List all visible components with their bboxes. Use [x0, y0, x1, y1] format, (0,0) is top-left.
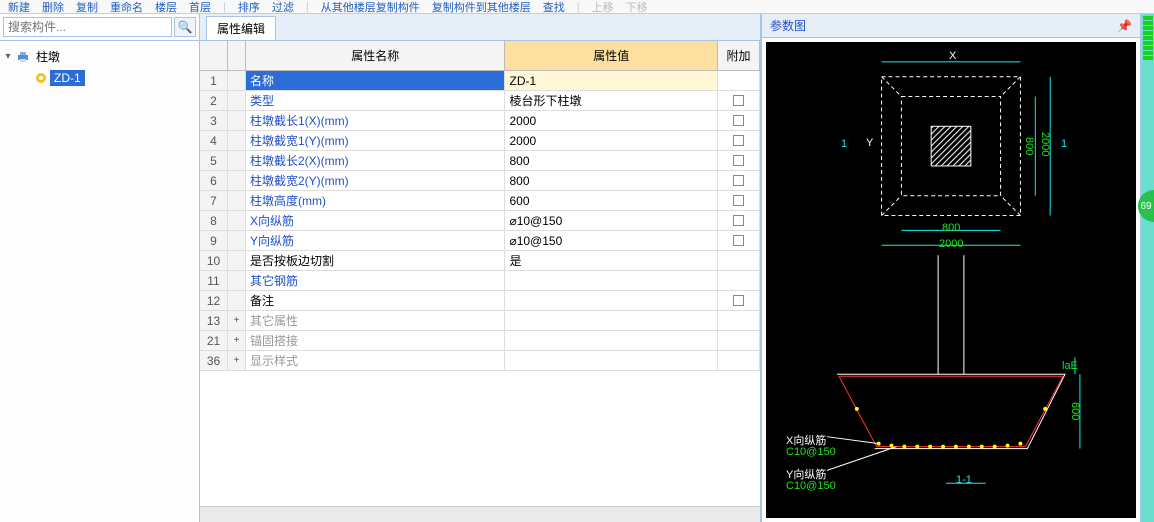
checkbox[interactable] [733, 115, 744, 126]
property-row[interactable]: 4柱墩截宽1(Y)(mm)2000 [200, 131, 760, 151]
tb-rename[interactable]: 重命名 [110, 0, 143, 14]
checkbox[interactable] [733, 175, 744, 186]
property-row[interactable]: 3柱墩截长1(X)(mm)2000 [200, 111, 760, 131]
dim-lae: laE [1062, 360, 1078, 372]
dim-x-label: X [949, 50, 956, 62]
search-button[interactable]: 🔍 [174, 17, 196, 37]
dim-w1: 2000 [939, 238, 963, 250]
hdr-value: 属性值 [505, 41, 718, 70]
tab-properties[interactable]: 属性编辑 [206, 16, 276, 40]
checkbox[interactable] [733, 215, 744, 226]
search-icon: 🔍 [178, 20, 193, 34]
tb-down[interactable]: 下移 [626, 0, 648, 14]
tb-floor[interactable]: 楼层 [155, 0, 177, 14]
property-grid[interactable]: 1名称ZD-12类型棱台形下柱墩3柱墩截长1(X)(mm)20004柱墩截宽1(… [200, 71, 760, 506]
property-row[interactable]: 11其它钢筋 [200, 271, 760, 291]
y-rebar-value: C10@150 [786, 480, 836, 492]
checkbox[interactable] [733, 135, 744, 146]
tb-new[interactable]: 新建 [8, 0, 30, 14]
property-row[interactable]: 1名称ZD-1 [200, 71, 760, 91]
right-indicator-strip [1142, 14, 1154, 522]
tb-find[interactable]: 查找 [543, 0, 565, 14]
pin-icon[interactable]: 📌 [1117, 19, 1132, 33]
top-toolbar: 新建 删除 复制 重命名 楼层 首层 | 排序 过滤 | 从其他楼层复制构件 复… [0, 0, 1154, 14]
property-row[interactable]: 36+显示样式 [200, 351, 760, 371]
tb-copy[interactable]: 复制 [76, 0, 98, 14]
tb-up[interactable]: 上移 [592, 0, 614, 14]
center-panel: 属性编辑 属性名称 属性值 附加 1名称ZD-12类型棱台形下柱墩3柱墩截长1(… [200, 14, 762, 522]
dim-h2: 800 [1023, 137, 1035, 155]
left-panel: 🔍 ▾ 柱墩 ZD-1 [0, 14, 200, 522]
horizontal-scrollbar[interactable] [200, 506, 760, 522]
tb-sort[interactable]: 排序 [238, 0, 260, 14]
x-rebar-value: C10@150 [786, 446, 836, 458]
tb-copyfrom[interactable]: 从其他楼层复制构件 [321, 0, 420, 14]
tree-root-label[interactable]: 柱墩 [32, 47, 64, 66]
tb-filter[interactable]: 过滤 [272, 0, 294, 14]
property-row[interactable]: 12备注 [200, 291, 760, 311]
property-row[interactable]: 7柱墩高度(mm)600 [200, 191, 760, 211]
tree-item-zd1[interactable]: ZD-1 [50, 70, 85, 86]
printer-icon [16, 50, 30, 64]
property-row[interactable]: 2类型棱台形下柱墩 [200, 91, 760, 111]
cad-viewport[interactable]: X Y 1 1 800 2000 800 2000 X向纵筋 C10@150 Y… [766, 42, 1136, 518]
tb-copyto[interactable]: 复制构件到其他楼层 [432, 0, 531, 14]
dim-h1: 2000 [1039, 132, 1051, 156]
checkbox[interactable] [733, 195, 744, 206]
gear-icon [34, 71, 48, 85]
hdr-name: 属性名称 [246, 41, 505, 70]
tree-collapse-icon[interactable]: ▾ [2, 51, 14, 62]
checkbox[interactable] [733, 155, 744, 166]
right-panel: 参数图 📌 [762, 14, 1142, 522]
property-row[interactable]: 9Y向纵筋⌀10@150 [200, 231, 760, 251]
section-label: 1-1 [956, 474, 972, 486]
dim-height: 600 [1069, 402, 1081, 420]
property-row[interactable]: 6柱墩截宽2(Y)(mm)800 [200, 171, 760, 191]
component-tree[interactable]: ▾ 柱墩 ZD-1 [0, 41, 199, 522]
checkbox[interactable] [733, 295, 744, 306]
checkbox[interactable] [733, 235, 744, 246]
tb-first[interactable]: 首层 [189, 0, 211, 14]
dim-one-right: 1 [1061, 138, 1067, 150]
grid-header: 属性名称 属性值 附加 [200, 41, 760, 71]
dim-w2: 800 [942, 222, 960, 234]
property-row[interactable]: 10是否按板边切割是 [200, 251, 760, 271]
property-row[interactable]: 13+其它属性 [200, 311, 760, 331]
property-row[interactable]: 8X向纵筋⌀10@150 [200, 211, 760, 231]
checkbox[interactable] [733, 95, 744, 106]
tb-del[interactable]: 删除 [42, 0, 64, 14]
property-row[interactable]: 21+锚固搭接 [200, 331, 760, 351]
dim-one-left: 1 [841, 138, 847, 150]
search-input[interactable] [3, 17, 172, 37]
dim-y-label: Y [866, 137, 873, 149]
hdr-extra: 附加 [718, 41, 760, 70]
param-diagram-title: 参数图 [770, 17, 806, 34]
property-row[interactable]: 5柱墩截长2(X)(mm)800 [200, 151, 760, 171]
